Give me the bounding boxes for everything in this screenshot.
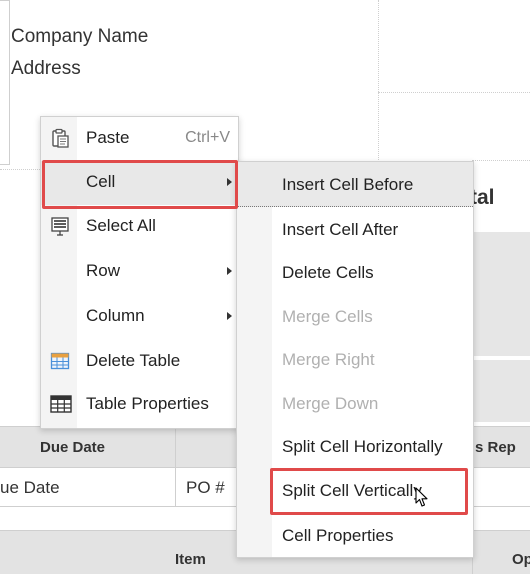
sales-rep-header[interactable]: s Rep: [475, 439, 516, 456]
submenu-item-delete-cells[interactable]: Delete Cells: [237, 250, 473, 294]
menu-item-delete-table[interactable]: Delete Table: [41, 340, 238, 384]
menu-item-label: Column: [86, 306, 145, 325]
company-name[interactable]: Company Name: [11, 26, 148, 48]
mouse-pointer-icon: [415, 487, 429, 508]
menu-item-paste[interactable]: Paste Ctrl+V: [41, 117, 238, 161]
cell-divider: [175, 466, 176, 506]
menu-item-column[interactable]: Column: [41, 295, 238, 339]
row-guide: [472, 160, 530, 161]
due-date-header[interactable]: Due Date: [40, 439, 105, 456]
submenu-arrow-icon: [227, 312, 232, 320]
company-address[interactable]: Address: [11, 58, 81, 80]
submenu-item-insert-cell-after[interactable]: Insert Cell After: [237, 207, 473, 251]
po-number-value[interactable]: PO #: [186, 478, 225, 498]
split-vertically-highlight-box: [270, 468, 468, 515]
submenu-item-label: Insert Cell Before: [282, 175, 414, 194]
menu-item-table-properties[interactable]: Table Properties: [41, 383, 238, 427]
cell-divider: [175, 427, 176, 467]
submenu-item-label: Delete Cells: [282, 263, 374, 282]
totals-cell[interactable]: [472, 360, 530, 422]
shortcut-label: Ctrl+V: [185, 129, 230, 146]
row-guide: [378, 92, 530, 93]
totals-cell[interactable]: [472, 232, 530, 356]
submenu-item-label: Cell Properties: [282, 526, 394, 545]
submenu-arrow-icon: [227, 267, 232, 275]
submenu-item-label: Split Cell Horizontally: [282, 437, 443, 456]
select-all-icon: [50, 216, 70, 236]
cell-highlight-box: [42, 160, 238, 209]
row-guide: [0, 169, 40, 170]
menu-item-label: Paste: [86, 128, 130, 147]
submenu-item-label: Insert Cell After: [282, 220, 399, 239]
delete-table-icon: [50, 351, 70, 371]
submenu-item-label: Merge Cells: [282, 307, 373, 326]
submenu-item-merge-down: Merge Down: [237, 381, 473, 425]
clipboard-icon: [50, 128, 70, 148]
table-properties-icon: [50, 394, 72, 414]
submenu-item-merge-cells: Merge Cells: [237, 294, 473, 338]
item-header[interactable]: Item: [175, 551, 206, 568]
menu-item-row[interactable]: Row: [41, 250, 238, 294]
due-date-value[interactable]: ue Date: [0, 478, 60, 498]
submenu-item-label: Merge Right: [282, 350, 375, 369]
submenu-item-merge-right: Merge Right: [237, 337, 473, 381]
menu-item-label: Row: [86, 261, 121, 280]
menu-item-select-all[interactable]: Select All: [41, 205, 238, 249]
menu-item-label: Delete Table: [86, 351, 181, 370]
column-guide: [378, 0, 379, 160]
submenu-item-cell-properties[interactable]: Cell Properties: [237, 513, 473, 557]
submenu-item-split-cell-horizontally[interactable]: Split Cell Horizontally: [237, 424, 473, 468]
logo-placeholder: [0, 0, 10, 165]
option-header[interactable]: Op: [512, 551, 530, 568]
submenu-item-label: Merge Down: [282, 394, 379, 413]
menu-item-label: Table Properties: [86, 394, 209, 413]
menu-item-label: Select All: [86, 216, 156, 235]
submenu-item-insert-cell-before[interactable]: Insert Cell Before: [237, 162, 473, 207]
